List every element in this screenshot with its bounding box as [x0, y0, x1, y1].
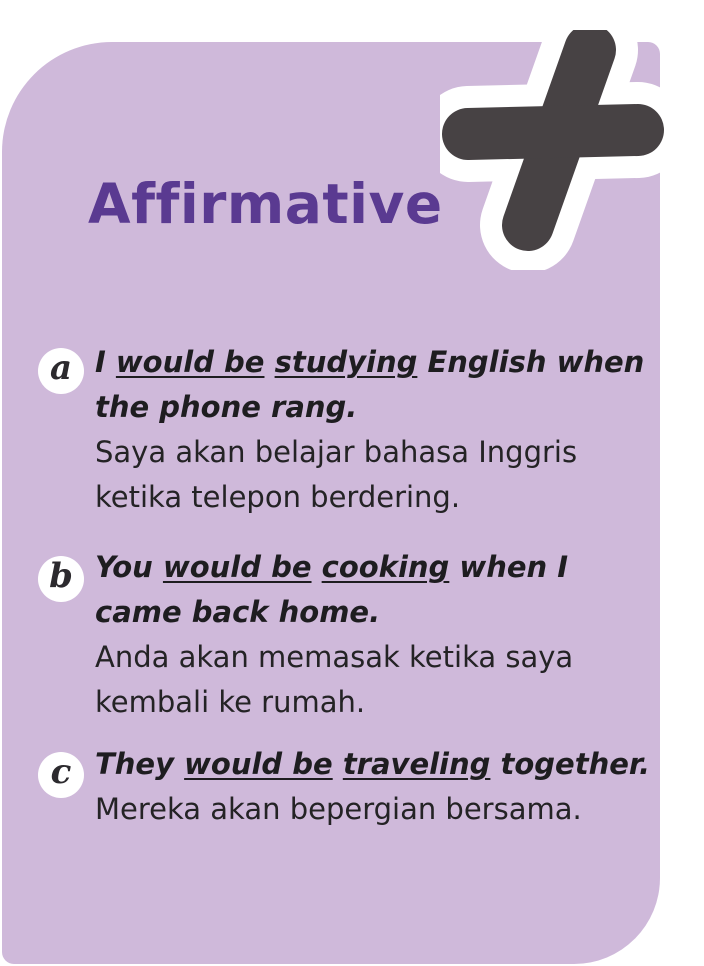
- badge-letter: c: [50, 752, 72, 792]
- badge-a: a: [38, 348, 84, 394]
- underlined-phrase: would be: [115, 345, 265, 379]
- indonesian-line: Anda akan memasak ketika saya: [95, 640, 574, 674]
- plus-icon: [440, 30, 680, 270]
- english-line: the phone rang.: [95, 390, 358, 424]
- underlined-phrase: cooking: [321, 550, 450, 584]
- page: Affirmative a I would be studying Englis…: [0, 0, 704, 966]
- example-c: They would be traveling together. Mereka…: [95, 742, 665, 832]
- underlined-phrase: would be: [162, 550, 312, 584]
- english-line: came back home.: [95, 595, 381, 629]
- underlined-phrase: traveling: [342, 747, 491, 781]
- english-line: You would be cooking when I: [95, 550, 569, 584]
- badge-letter: b: [49, 556, 73, 596]
- english-line: They would be traveling together.: [95, 747, 651, 781]
- page-title: Affirmative: [88, 172, 443, 236]
- underlined-phrase: studying: [274, 345, 418, 379]
- badge-c: c: [38, 752, 84, 798]
- badge-letter: a: [49, 348, 73, 388]
- indonesian-line: kembali ke rumah.: [95, 685, 366, 719]
- indonesian-line: Mereka akan bepergian bersama.: [95, 792, 582, 826]
- example-b: You would be cooking when I came back ho…: [95, 545, 665, 725]
- underlined-phrase: would be: [184, 747, 333, 781]
- english-line: I would be studying English when: [95, 345, 645, 379]
- example-a: I would be studying English when the pho…: [95, 340, 665, 520]
- indonesian-line: ketika telepon berdering.: [95, 480, 461, 514]
- indonesian-line: Saya akan belajar bahasa Inggris: [95, 435, 578, 469]
- badge-b: b: [38, 556, 84, 602]
